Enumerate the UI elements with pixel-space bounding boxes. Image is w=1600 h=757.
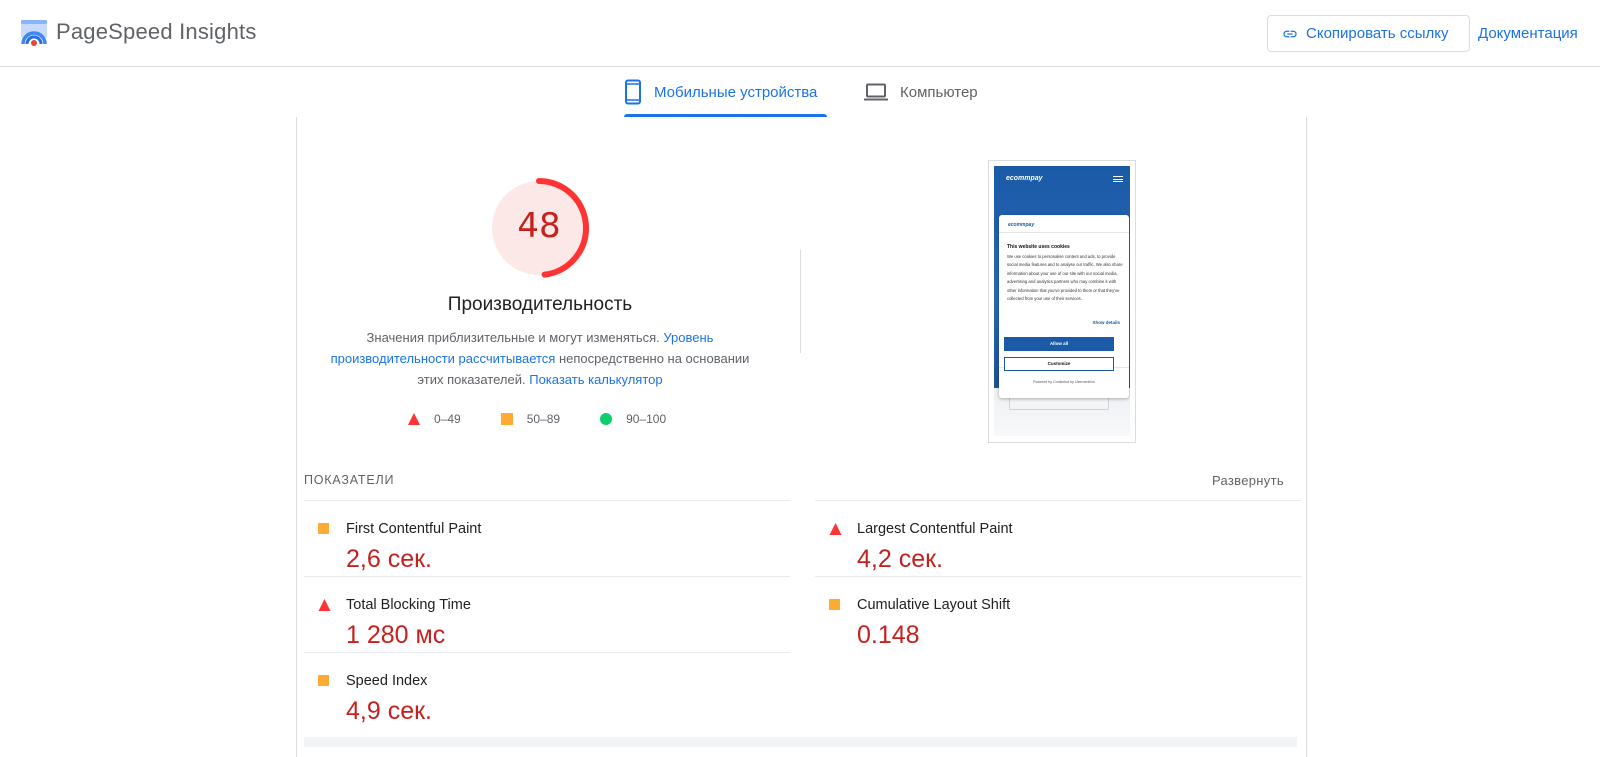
menu-icon: [1113, 176, 1123, 182]
metric-value: 4,9 сек.: [346, 697, 432, 725]
copy-link-label: Скопировать ссылку: [1306, 25, 1449, 42]
metric-fcp: First Contentful Paint 2,6 сек.: [304, 508, 784, 584]
square-icon: [500, 413, 513, 425]
dialog-brand: ecommpay: [1008, 222, 1035, 228]
metric-value: 0.148: [857, 621, 920, 649]
metric-name: Largest Contentful Paint: [857, 521, 1013, 537]
metric-name: First Contentful Paint: [346, 521, 482, 537]
laptop-icon: [864, 83, 888, 101]
docs-link[interactable]: Документация: [1478, 25, 1578, 42]
metric-value: 4,2 сек.: [857, 545, 943, 573]
circle-icon: [600, 413, 613, 425]
legend-average: 50–89: [500, 412, 561, 426]
dialog-customize: Customize: [1004, 357, 1114, 371]
calculator-link[interactable]: Показать калькулятор: [529, 372, 662, 387]
legend-pass-label: 90–100: [626, 412, 667, 426]
triangle-icon: [829, 523, 842, 535]
tab-desktop[interactable]: Компьютер: [864, 67, 978, 117]
pagespeed-logo-icon: [21, 20, 47, 46]
logo[interactable]: PageSpeed Insights: [20, 18, 257, 46]
legend-fail: 0–49: [408, 412, 461, 426]
performance-description: Значения приблизительные и могут изменят…: [330, 327, 750, 390]
expand-toggle[interactable]: Развернуть: [1212, 473, 1284, 488]
dialog-powered: Powered by Cookiebot by Usercentrics: [1033, 380, 1095, 384]
copy-link-button[interactable]: Скопировать ссылку: [1267, 15, 1470, 52]
legend-average-label: 50–89: [526, 412, 561, 426]
dialog-body: We use cookies to personalise content an…: [1007, 254, 1123, 302]
app-header: PageSpeed Insights Скопировать ссылку До…: [0, 0, 1600, 67]
desc-text-1: Значения приблизительные и могут изменят…: [366, 330, 664, 345]
metric-name: Cumulative Layout Shift: [857, 597, 1011, 613]
dialog-show-details: Show details: [1092, 320, 1120, 325]
performance-title: Производительность: [447, 294, 633, 315]
triangle-icon: [408, 413, 420, 425]
dialog-separator: [999, 232, 1129, 233]
metric-name: Speed Index: [346, 673, 428, 689]
page-screenshot[interactable]: ecommpay ecommpay This website uses cook…: [988, 160, 1136, 443]
metric-value: 1 280 мс: [346, 621, 446, 649]
logo-text: PageSpeed Insights: [56, 19, 257, 44]
square-icon: [829, 599, 840, 610]
phone-icon: [625, 79, 641, 105]
link-icon: [1283, 30, 1297, 37]
dialog-allow-all: Allow all: [1004, 337, 1114, 351]
tab-desktop-label: Компьютер: [900, 83, 978, 101]
metric-cls: Cumulative Layout Shift 0.148: [815, 584, 1295, 660]
metric-value: 2,6 сек.: [346, 545, 432, 573]
dialog-title: This website uses cookies: [1007, 244, 1070, 250]
device-tabs: Мобильные устройства Компьютер: [0, 67, 1600, 117]
metric-si: Speed Index 4,9 сек.: [304, 660, 784, 736]
square-icon: [318, 523, 329, 534]
metrics-heading: ПОКАЗАТЕЛИ: [304, 473, 395, 487]
triangle-icon: [318, 599, 331, 611]
collapsed-section-bar: [304, 737, 1297, 747]
metric-divider: [304, 500, 790, 501]
tab-mobile[interactable]: Мобильные устройства: [624, 67, 827, 117]
section-divider: [800, 250, 801, 353]
metric-tbt: Total Blocking Time 1 280 мс: [304, 584, 784, 660]
metric-lcp: Largest Contentful Paint 4,2 сек.: [815, 508, 1295, 584]
screenshot-brand: ecommpay: [1006, 175, 1043, 182]
score-legend: 0–49 50–89 90–100: [408, 412, 706, 426]
metric-name: Total Blocking Time: [346, 597, 471, 613]
tab-mobile-label: Мобильные устройства: [654, 83, 818, 101]
square-icon: [318, 675, 329, 686]
score-value: 48: [517, 206, 561, 246]
metric-divider: [815, 500, 1301, 501]
legend-fail-label: 0–49: [434, 412, 461, 426]
legend-pass: 90–100: [600, 412, 666, 426]
screenshot-canvas: ecommpay ecommpay This website uses cook…: [994, 166, 1130, 436]
